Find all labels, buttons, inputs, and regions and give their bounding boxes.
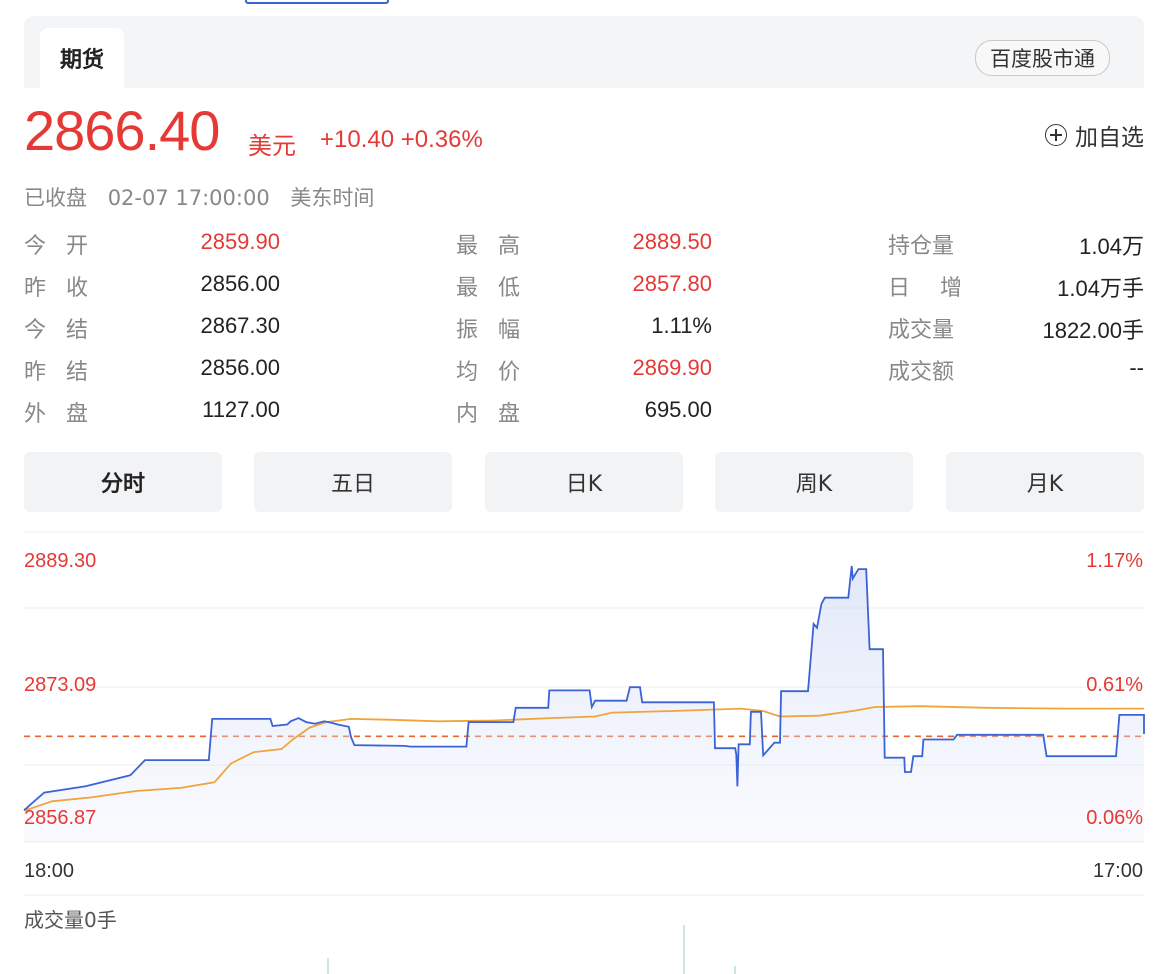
stat-label: 外盘 (24, 402, 109, 427)
plus-circle-icon (1045, 124, 1067, 146)
stat-value: 1.11% (651, 313, 712, 338)
price-line (23, 565, 1145, 811)
stat-label: 均价 (456, 360, 541, 385)
stat-value: 2889.50 (632, 229, 712, 254)
tab-futures[interactable]: 期货 (40, 28, 124, 88)
stat-value: 1.04万 (1079, 234, 1144, 259)
period-tab-five-day[interactable]: 五日 (254, 452, 452, 512)
stat-label: 今结 (24, 318, 109, 343)
stat-value: 1.04万手 (1057, 276, 1144, 301)
status-datetime: 02-07 17:00:00 (107, 186, 270, 210)
price-change: +10.40 +0.36% (320, 126, 483, 153)
stat-value: 695.00 (644, 397, 712, 422)
stat-label: 昨收 (24, 276, 109, 301)
add-favorite-label: 加自选 (1075, 125, 1144, 151)
stat-label: 内盘 (456, 402, 541, 427)
y-axis-tick-mid: 2873.09 (24, 674, 97, 696)
volume-label: 成交量0手 (24, 908, 117, 932)
y-axis-tick-top: 2889.30 (24, 550, 97, 572)
stat-label: 成交量 (888, 318, 955, 343)
price-area-fill (24, 566, 1144, 842)
price-unit: 美元 (248, 132, 296, 160)
market-status: 已收盘 02-07 17:00:00 美东时间 (24, 182, 388, 212)
stat-label: 日增 (888, 276, 993, 301)
average-price-line (23, 705, 1144, 812)
y-axis-tick-bottom: 2856.87 (24, 807, 97, 829)
market-state: 已收盘 (24, 186, 87, 210)
stat-label: 振幅 (456, 318, 541, 343)
stat-label: 最低 (456, 276, 541, 301)
last-price: 2866.40 (24, 99, 220, 162)
period-tab-intraday[interactable]: 分时 (24, 452, 222, 512)
pct-axis-tick-mid: 0.61% (1086, 674, 1143, 696)
stat-value: 2869.90 (632, 355, 712, 380)
period-tab-monthly-k[interactable]: 月K (946, 452, 1144, 512)
search-box-edge (245, 0, 389, 4)
stat-value: 1822.00手 (1042, 318, 1144, 343)
x-axis-tick-start: 18:00 (24, 860, 75, 882)
stat-value: 2857.80 (632, 271, 712, 296)
stat-label: 今开 (24, 234, 109, 259)
stat-label: 最高 (456, 234, 541, 259)
stat-value: 1127.00 (202, 397, 280, 422)
pct-axis-tick-bottom: 0.06% (1086, 807, 1143, 829)
status-timezone: 美东时间 (290, 186, 375, 210)
pct-axis-tick-top: 1.17% (1086, 550, 1143, 572)
stat-value: 2856.00 (200, 355, 280, 380)
period-tab-daily-k[interactable]: 日K (485, 452, 683, 512)
period-selector: 分时 五日 日K 周K 月K (24, 452, 1144, 512)
stat-value: 2856.00 (200, 271, 280, 296)
add-favorite-button[interactable]: 加自选 (1045, 118, 1144, 152)
stat-label: 成交额 (888, 360, 955, 385)
tab-bar: 期货 百度股市通 (24, 16, 1144, 88)
stat-label: 昨结 (24, 360, 109, 385)
x-axis-tick-end: 17:00 (1092, 860, 1143, 882)
stat-value: 2867.30 (200, 313, 280, 338)
stat-label: 持仓量 (888, 234, 955, 259)
stat-value: -- (1129, 355, 1144, 380)
stat-value: 2859.90 (200, 229, 280, 254)
period-tab-weekly-k[interactable]: 周K (715, 452, 913, 512)
brand-button[interactable]: 百度股市通 (975, 40, 1110, 76)
